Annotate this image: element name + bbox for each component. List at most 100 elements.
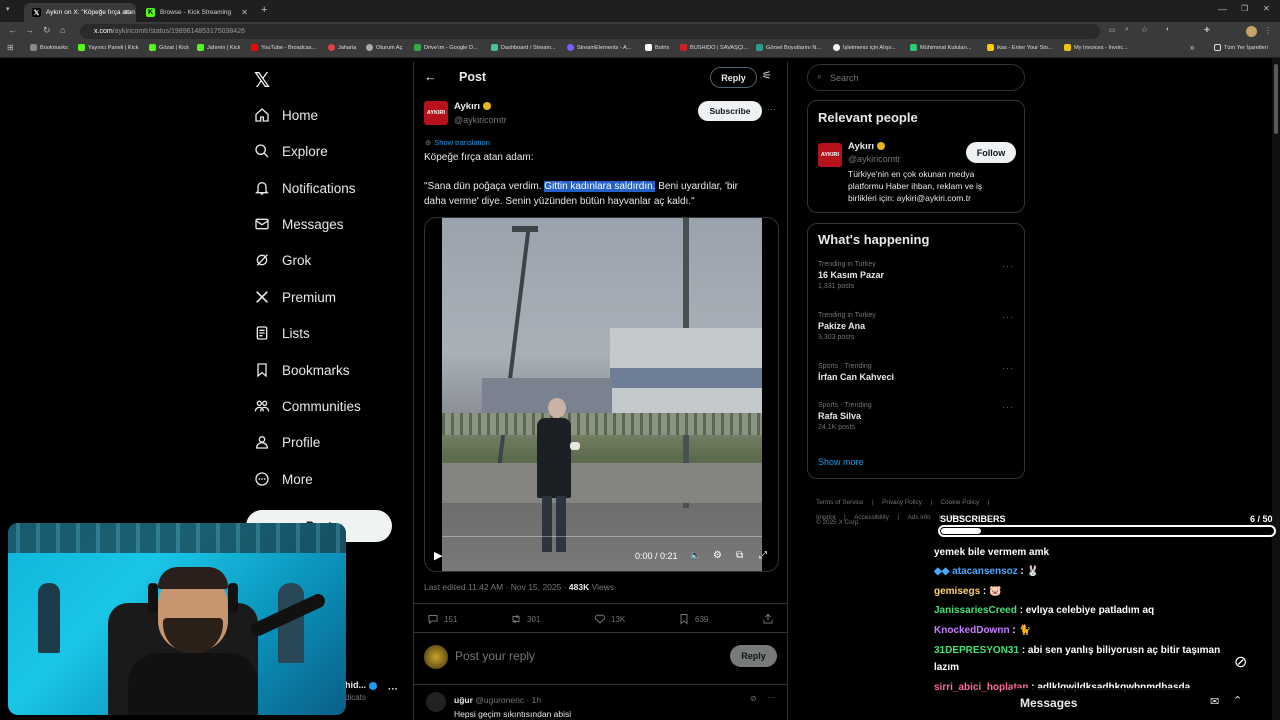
nav-messages[interactable]: Messages <box>254 212 344 236</box>
bookmark-item[interactable]: YouTube - Broadcas... <box>251 44 316 51</box>
trend-item[interactable]: Sports · Trending İrfan Can Kahveci <box>818 363 894 382</box>
video-progress-track[interactable] <box>442 536 762 537</box>
fullscreen-icon[interactable]: ⤢ <box>759 550 767 561</box>
close-icon[interactable]: ✕ <box>241 8 248 17</box>
post-more-icon[interactable]: ··· <box>767 104 776 114</box>
nav-explore[interactable]: Explore <box>254 139 328 163</box>
forward-icon[interactable]: → <box>25 25 34 35</box>
repost-action[interactable]: 301 <box>510 613 540 625</box>
nav-communities[interactable]: Communities <box>254 394 361 418</box>
chat-username[interactable]: JanissariesCreed <box>934 605 1017 616</box>
bookmark-item[interactable]: Drive'ım - Google D... <box>414 44 478 51</box>
settings-gear-icon[interactable]: ⚙ <box>713 550 722 561</box>
minimize-icon[interactable]: — <box>1218 4 1227 14</box>
grok-icon[interactable]: ⊘ <box>750 694 757 703</box>
share-action[interactable] <box>762 613 779 625</box>
play-icon[interactable]: ▶ <box>434 549 442 562</box>
avatar[interactable] <box>1246 26 1257 37</box>
header-reply-button[interactable]: Reply <box>710 67 757 88</box>
video-player[interactable]: ▶ 0:00 / 0:21 🔈 ⚙ ⧉ ⤢ <box>424 217 779 572</box>
apps-grid-icon[interactable]: ⊞ <box>7 43 14 52</box>
chat-username[interactable]: atacansensoz <box>952 566 1018 577</box>
chat-username[interactable]: KnockedDownn <box>934 625 1010 636</box>
bookmark-item[interactable]: Görsel Boyutlarını N... <box>756 44 821 51</box>
expand-icon[interactable]: ⌃ <box>1233 694 1242 707</box>
terms-link[interactable]: Terms of Service <box>816 499 864 506</box>
nav-profile[interactable]: Profile <box>254 430 320 454</box>
nav-bookmarks[interactable]: Bookmarks <box>254 358 350 382</box>
privacy-link[interactable]: Privacy Policy <box>882 499 922 506</box>
author-handle[interactable]: @aykiricomtr <box>454 115 507 125</box>
nav-home[interactable]: Home <box>254 103 318 127</box>
nav-premium[interactable]: Premium <box>254 285 336 309</box>
show-translation-link[interactable]: ⊕ Show translation <box>425 138 490 147</box>
account-more-icon[interactable]: ··· <box>388 684 398 695</box>
window-close-icon[interactable]: ✕ <box>1263 4 1270 13</box>
bookmark-item[interactable]: Jaharia <box>328 44 356 51</box>
search-input[interactable]: ⌕ Search <box>807 64 1025 91</box>
bookmark-item[interactable]: Botrix <box>645 44 669 51</box>
reply-author[interactable]: uğur @uguronenc · 1h <box>454 695 541 705</box>
pip-icon[interactable]: ⧉ <box>736 550 743 561</box>
trend-more-icon[interactable]: ··· <box>1002 312 1014 322</box>
cast-icon[interactable]: ▭ <box>1109 26 1116 34</box>
relevant-name[interactable]: Aykırı <box>848 141 886 152</box>
volume-icon[interactable]: 🔈 <box>690 550 701 561</box>
scrollbar-thumb[interactable] <box>1274 64 1278 134</box>
author-avatar[interactable]: AYKIRI <box>424 101 448 125</box>
bookmark-item[interactable]: Dashboard / Stream... <box>491 44 556 51</box>
relevant-avatar[interactable]: AYKIRI <box>818 143 842 167</box>
cookie-link[interactable]: Cookie Policy <box>941 499 980 506</box>
messages-drawer[interactable]: Messages ✉ ⌃ <box>1005 688 1260 720</box>
all-bookmarks-button[interactable]: Tüm Yer İşaretleri <box>1214 44 1268 51</box>
menu-icon[interactable]: ⋮ <box>1264 26 1272 35</box>
chat-username[interactable]: gemisegs <box>934 586 980 597</box>
x-logo-icon[interactable]: 𝕏 <box>254 68 270 92</box>
account-name[interactable]: hid... <box>345 680 377 690</box>
show-more-link[interactable]: Show more <box>818 457 864 467</box>
nav-lists[interactable]: Lists <box>254 321 310 345</box>
bookmark-item[interactable]: My Invoices - Invoic... <box>1064 44 1128 51</box>
bookmark-item[interactable]: Gözat | Kick <box>149 44 189 51</box>
bookmark-item[interactable]: BUSHIDO | SAVAŞÇI... <box>680 44 748 51</box>
reply-submit-button[interactable]: Reply <box>730 645 777 667</box>
trend-more-icon[interactable]: ··· <box>1002 261 1014 271</box>
bookmark-item[interactable]: StreamElements - A... <box>567 44 631 51</box>
author-name[interactable]: Aykırı <box>454 101 492 112</box>
star-icon[interactable]: ☆ <box>1141 25 1148 34</box>
grok-icon[interactable]: ⊘ <box>1234 652 1247 672</box>
trend-more-icon[interactable]: ··· <box>1002 402 1014 412</box>
nav-grok[interactable]: Grok <box>254 248 311 272</box>
reply-action[interactable]: 151 <box>427 613 457 625</box>
new-tab-button[interactable]: + <box>261 4 267 16</box>
chat-username[interactable]: 31DEPRESYON31 <box>934 645 1019 656</box>
maximize-icon[interactable]: ❐ <box>1241 4 1248 13</box>
bookmark-item[interactable]: Yayıncı Paneli | Kick <box>78 44 138 51</box>
reply-input[interactable]: Post your reply <box>455 649 535 663</box>
extensions-puzzle-icon[interactable]: ✚ <box>1204 26 1210 34</box>
tab-kick[interactable]: K Browse - Kick Streaming ✕ <box>138 3 254 22</box>
trend-more-icon[interactable]: ··· <box>1002 363 1014 373</box>
url-input[interactable]: x.com/aykiricomtr/status/198961485317503… <box>80 24 1100 39</box>
reply-author-avatar[interactable] <box>426 692 446 712</box>
trend-item[interactable]: Sports · Trending Rafa Silva 24.1K posts <box>818 402 872 431</box>
tab-search-icon[interactable]: ▾ <box>6 5 10 13</box>
bookmark-item[interactable]: İşletmeniz için Alışv... <box>833 44 896 51</box>
home-icon[interactable]: ⌂ <box>60 25 65 35</box>
bookmark-action[interactable]: 639 <box>678 613 708 625</box>
close-icon[interactable]: ✕ <box>123 8 130 17</box>
bookmark-item[interactable]: Jahrein | Kick <box>197 44 240 51</box>
bookmarks-overflow-button[interactable]: » <box>1190 43 1194 52</box>
nav-more[interactable]: More <box>254 467 313 491</box>
reply-more-icon[interactable]: ··· <box>767 693 775 702</box>
nav-notifications[interactable]: Notifications <box>254 176 356 200</box>
bookmark-item[interactable]: Bookmarks <box>30 44 68 51</box>
follow-button[interactable]: Follow <box>966 142 1016 163</box>
back-arrow-icon[interactable]: ← <box>424 69 437 84</box>
trend-item[interactable]: Trending in Turkey Pakize Ana 3,303 post… <box>818 312 876 341</box>
bookmark-item[interactable]: Oturum Aç <box>366 44 402 51</box>
back-icon[interactable]: ← <box>8 25 17 35</box>
zoom-icon[interactable]: ⌕ <box>1125 26 1129 34</box>
bookmark-item[interactable]: Mühimmat Kutuları... <box>910 44 972 51</box>
subscribe-button[interactable]: Subscribe <box>698 101 762 121</box>
